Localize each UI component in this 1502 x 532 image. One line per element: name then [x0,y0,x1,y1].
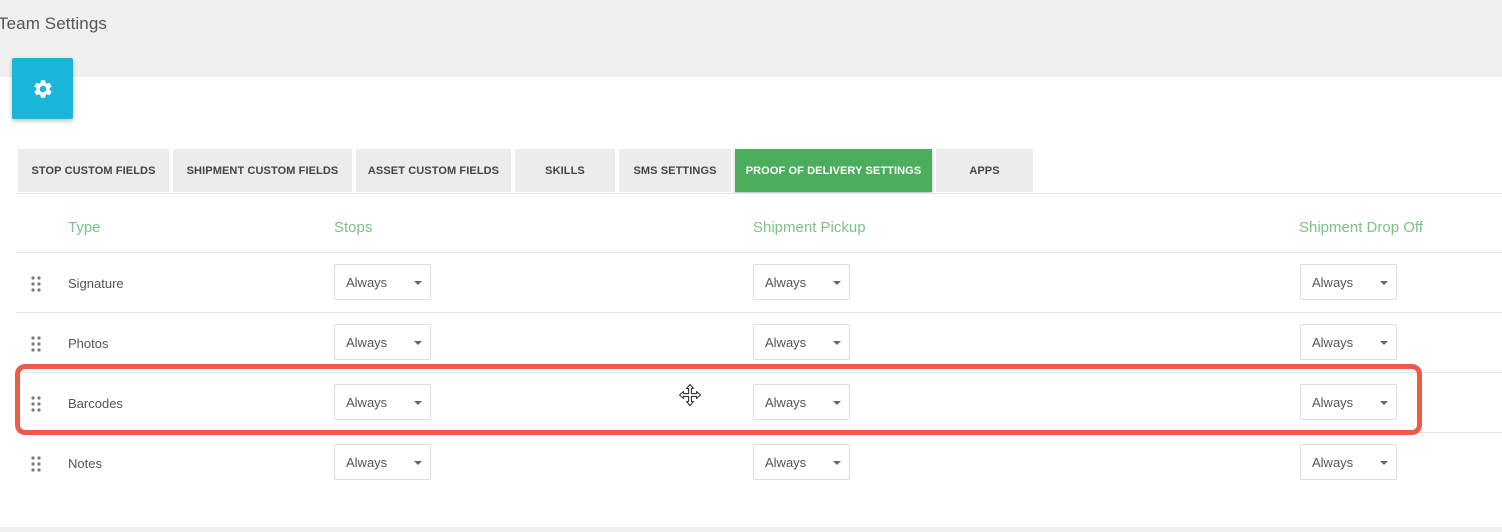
settings-tabs: STOP CUSTOM FIELDS SHIPMENT CUSTOM FIELD… [18,149,1033,193]
row-type-label: Notes [68,456,102,471]
select-value: Always [765,275,807,290]
team-settings-page: Team Settings STOP CUSTOM FIELDS SHIPMEN… [0,0,1502,532]
caret-down-icon [833,461,841,465]
shipment-drop-off-select[interactable]: Always [1300,324,1397,360]
drag-handle-icon[interactable] [31,336,41,352]
select-value: Always [765,335,807,350]
caret-down-icon [414,341,422,345]
move-cursor-icon [678,383,702,407]
stops-select[interactable]: Always [334,444,431,480]
tab-sms-settings[interactable]: SMS SETTINGS [619,149,731,192]
tab-skills[interactable]: SKILLS [515,149,615,192]
shipment-drop-off-select[interactable]: Always [1300,264,1397,300]
stops-select[interactable]: Always [334,324,431,360]
select-value: Always [765,455,807,470]
barcodes-row-highlight [15,364,1422,435]
caret-down-icon [414,281,422,285]
tab-proof-of-delivery-settings[interactable]: PROOF OF DELIVERY SETTINGS [735,149,932,192]
page-bottom-border [0,527,1502,532]
table-row: Notes Always Always Always [16,433,1502,489]
column-header-type: Type [68,219,101,236]
page-title: Team Settings [0,14,108,33]
select-value: Always [1312,455,1354,470]
gear-icon [33,79,52,98]
drag-handle-icon[interactable] [31,456,41,472]
column-header-shipment-pickup: Shipment Pickup [753,219,866,236]
caret-down-icon [1380,341,1388,345]
tab-apps[interactable]: APPS [936,149,1033,192]
column-header-shipment-drop-off: Shipment Drop Off [1299,219,1423,236]
caret-down-icon [1380,461,1388,465]
row-type-label: Photos [68,336,109,351]
caret-down-icon [833,281,841,285]
page-header: Team Settings [0,0,1502,77]
row-type-label: Signature [68,276,124,291]
shipment-drop-off-select[interactable]: Always [1300,444,1397,480]
caret-down-icon [414,461,422,465]
tab-stop-custom-fields[interactable]: STOP CUSTOM FIELDS [18,149,169,192]
caret-down-icon [1380,281,1388,285]
settings-button[interactable] [12,58,73,119]
select-value: Always [346,335,388,350]
table-header: Type Stops Shipment Pickup Shipment Drop… [16,194,1502,253]
shipment-pickup-select[interactable]: Always [753,324,850,360]
column-header-stops: Stops [334,219,373,236]
caret-down-icon [833,341,841,345]
proof-of-delivery-table: Type Stops Shipment Pickup Shipment Drop… [16,194,1502,489]
table-row: Signature Always Always Always [16,253,1502,313]
stops-select[interactable]: Always [334,264,431,300]
select-value: Always [346,455,388,470]
select-value: Always [1312,335,1354,350]
drag-handle-icon[interactable] [31,276,41,292]
tab-asset-custom-fields[interactable]: ASSET CUSTOM FIELDS [356,149,511,192]
select-value: Always [346,275,388,290]
tab-shipment-custom-fields[interactable]: SHIPMENT CUSTOM FIELDS [173,149,352,192]
shipment-pickup-select[interactable]: Always [753,444,850,480]
shipment-pickup-select[interactable]: Always [753,264,850,300]
select-value: Always [1312,275,1354,290]
